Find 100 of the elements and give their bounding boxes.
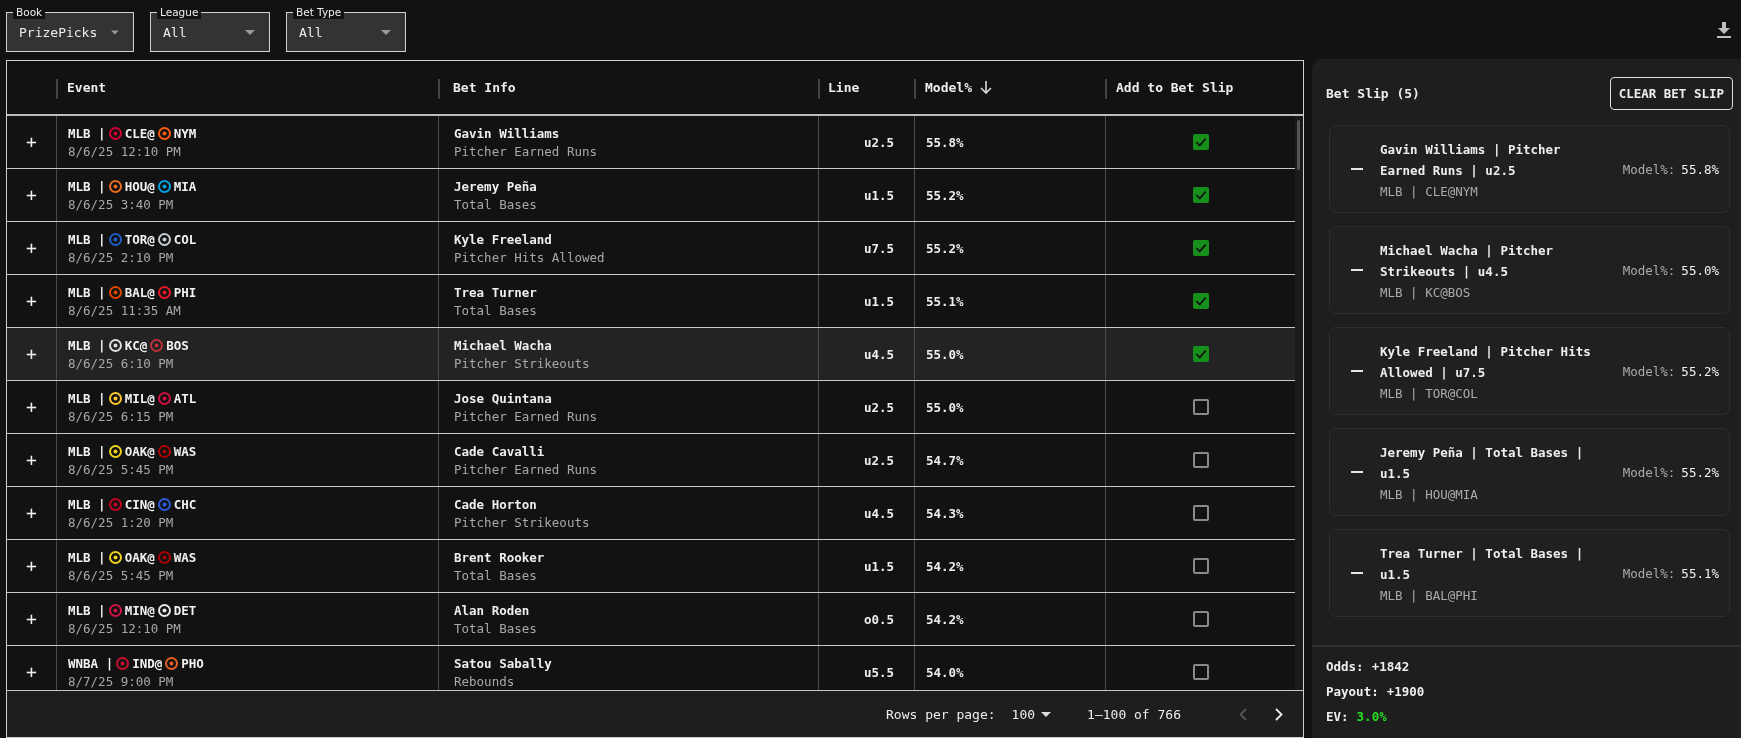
player-name: Jeremy Peña [454,178,537,194]
bet-title: Michael Wacha | Pitcher Strikeouts | u4.5 [1380,242,1555,281]
bet-title: Kyle Freeland | Pitcher Hits Allowed | u7.5 [1380,343,1592,382]
download-button[interactable] [1717,22,1731,38]
player-name: Satou Sabally [454,655,552,671]
bet-title: Trea Turner | Total Bases | u1.5 [1380,545,1585,584]
team-code: HOU@ [124,178,155,194]
chevron-right-icon[interactable] [1275,707,1283,721]
table-row[interactable]: + MLB | CLE@ NYM 8/6/25 12:10 PM Gavin Williams Pitcher Earned Runs u2.5 55.8% [7,116,1295,169]
table-row[interactable]: + MLB | OAK@ WAS 8/6/25 5:45 PM Cade Cavalli Pitcher Earned Runs u2.5 54.7% [7,434,1295,487]
checkbox[interactable] [1192,134,1209,150]
bet-market: Rebounds [454,673,515,689]
table-row[interactable]: + MLB | MIL@ ATL 8/6/25 6:15 PM Jose Quintana Pitcher Earned Runs u2.5 55.0% [7,381,1295,434]
scrollbar[interactable] [1295,116,1303,690]
expand-button[interactable]: + [22,661,41,683]
team-code: MIN@ [124,602,155,618]
league-text: WNBA | [68,655,114,671]
team-code: OAK@ [124,549,155,565]
column-header[interactable]: Line [828,80,860,95]
model-label: Model%: [1622,262,1676,278]
clear-bet-slip-button[interactable]: CLEAR BET SLIP [1609,76,1733,110]
expand-button[interactable]: + [22,396,41,418]
page-range: 1–100 of 766 [1087,706,1181,722]
model-percent: 55.1% [926,293,964,309]
column-header[interactable]: Bet Info [453,80,516,95]
model-percent: 54.2% [926,558,964,574]
team-code: IND@ [132,655,163,671]
line-value: u4.5 [863,505,894,521]
model-percent: 55.8% [1681,161,1719,177]
sort-arrow-icon[interactable] [979,81,992,94]
model-percent: 55.2% [1681,464,1719,480]
bet-market: Pitcher Strikeouts [454,355,590,371]
checkbox[interactable] [1192,664,1209,680]
table-row[interactable]: + MLB | BAL@ PHI 8/6/25 11:35 AM Trea Turner Total Bases u1.5 55.1% [7,275,1295,328]
expand-button[interactable]: + [22,343,41,365]
expand-button[interactable]: + [22,290,41,312]
event-time: 8/6/25 11:35 AM [68,302,181,318]
event-time: 8/6/25 12:10 PM [68,143,181,159]
team-code: DET [173,602,197,618]
event-time: 8/6/25 6:15 PM [68,408,174,424]
team-code: COL [173,231,197,247]
expand-button[interactable]: + [22,131,41,153]
league-text: MLB | [68,602,106,618]
team-code: ATL [173,390,197,406]
column-header[interactable]: Add to Bet Slip [1116,80,1234,95]
league-text: MLB | [68,337,106,353]
model-percent: 55.2% [926,240,964,256]
checkbox[interactable] [1192,399,1209,415]
event-time: 8/6/25 2:10 PM [68,249,174,265]
model-percent: 55.0% [926,399,964,415]
column-header[interactable]: Model% [925,80,972,95]
table-row[interactable]: + MLB | OAK@ WAS 8/6/25 5:45 PM Brent Rooker Total Bases u1.5 54.2% [7,540,1295,593]
expand-button[interactable]: + [22,502,41,524]
line-value: u2.5 [863,399,894,415]
table-row[interactable]: + MLB | TOR@ COL 8/6/25 2:10 PM Kyle Freeland Pitcher Hits Allowed u7.5 55.2% [7,222,1295,275]
model-label: Model%: [1622,565,1676,581]
player-name: Kyle Freeland [454,231,552,247]
league-text: MLB | [68,231,106,247]
team-code: TOR@ [124,231,155,247]
caret-icon [111,29,119,35]
column-header[interactable]: Event [67,80,107,95]
table-row[interactable]: + MLB | CIN@ CHC 8/6/25 1:20 PM Cade Horton Pitcher Strikeouts u4.5 54.3% [7,487,1295,540]
expand-button[interactable]: + [22,449,41,471]
player-name: Cade Cavalli [454,443,545,459]
model-label: Model%: [1622,363,1676,379]
bet-market: Pitcher Earned Runs [454,143,597,159]
expand-button[interactable]: + [22,184,41,206]
league-text: MLB | [68,284,106,300]
table-row[interactable]: + MLB | KC@ BOS 8/6/25 6:10 PM Michael Wacha Pitcher Strikeouts u4.5 55.0% [7,328,1295,381]
checkbox[interactable] [1192,611,1209,627]
event-time: 8/6/25 5:45 PM [68,461,174,477]
bet-market: Total Bases [454,196,537,212]
line-value: u4.5 [863,346,894,362]
bet-slip-title: Bet Slip (5) [1326,85,1420,101]
player-name: Michael Wacha [454,337,552,353]
player-name: Brent Rooker [454,549,545,565]
checkbox[interactable] [1192,293,1209,309]
model-percent: 55.2% [1681,363,1719,379]
event-time: 8/6/25 1:20 PM [68,514,174,530]
event-time: 8/7/25 9:00 PM [68,673,174,689]
line-value: u1.5 [863,187,894,203]
checkbox[interactable] [1192,452,1209,468]
checkbox[interactable] [1192,505,1209,521]
expand-button[interactable]: + [22,555,41,577]
checkbox[interactable] [1192,187,1209,203]
expand-button[interactable]: + [22,608,41,630]
team-code: MIA [173,178,197,194]
league-text: MLB | [68,549,106,565]
checkbox[interactable] [1192,346,1209,362]
expand-button[interactable]: + [22,237,41,259]
rows-per-page-select[interactable]: 100 [1011,706,1052,722]
team-code: MIL@ [124,390,155,406]
checkbox[interactable] [1192,558,1209,574]
event-time: 8/6/25 3:40 PM [68,196,174,212]
table-row[interactable]: + MLB | HOU@ MIA 8/6/25 3:40 PM Jeremy Peña Total Bases u1.5 55.2% [7,169,1295,222]
model-percent: 54.0% [926,664,964,680]
player-name: Jose Quintana [454,390,552,406]
table-row[interactable]: + MLB | MIN@ DET 8/6/25 12:10 PM Alan Roden Total Bases o0.5 54.2% [7,593,1295,646]
checkbox[interactable] [1192,240,1209,256]
league-text: MLB | [68,390,106,406]
